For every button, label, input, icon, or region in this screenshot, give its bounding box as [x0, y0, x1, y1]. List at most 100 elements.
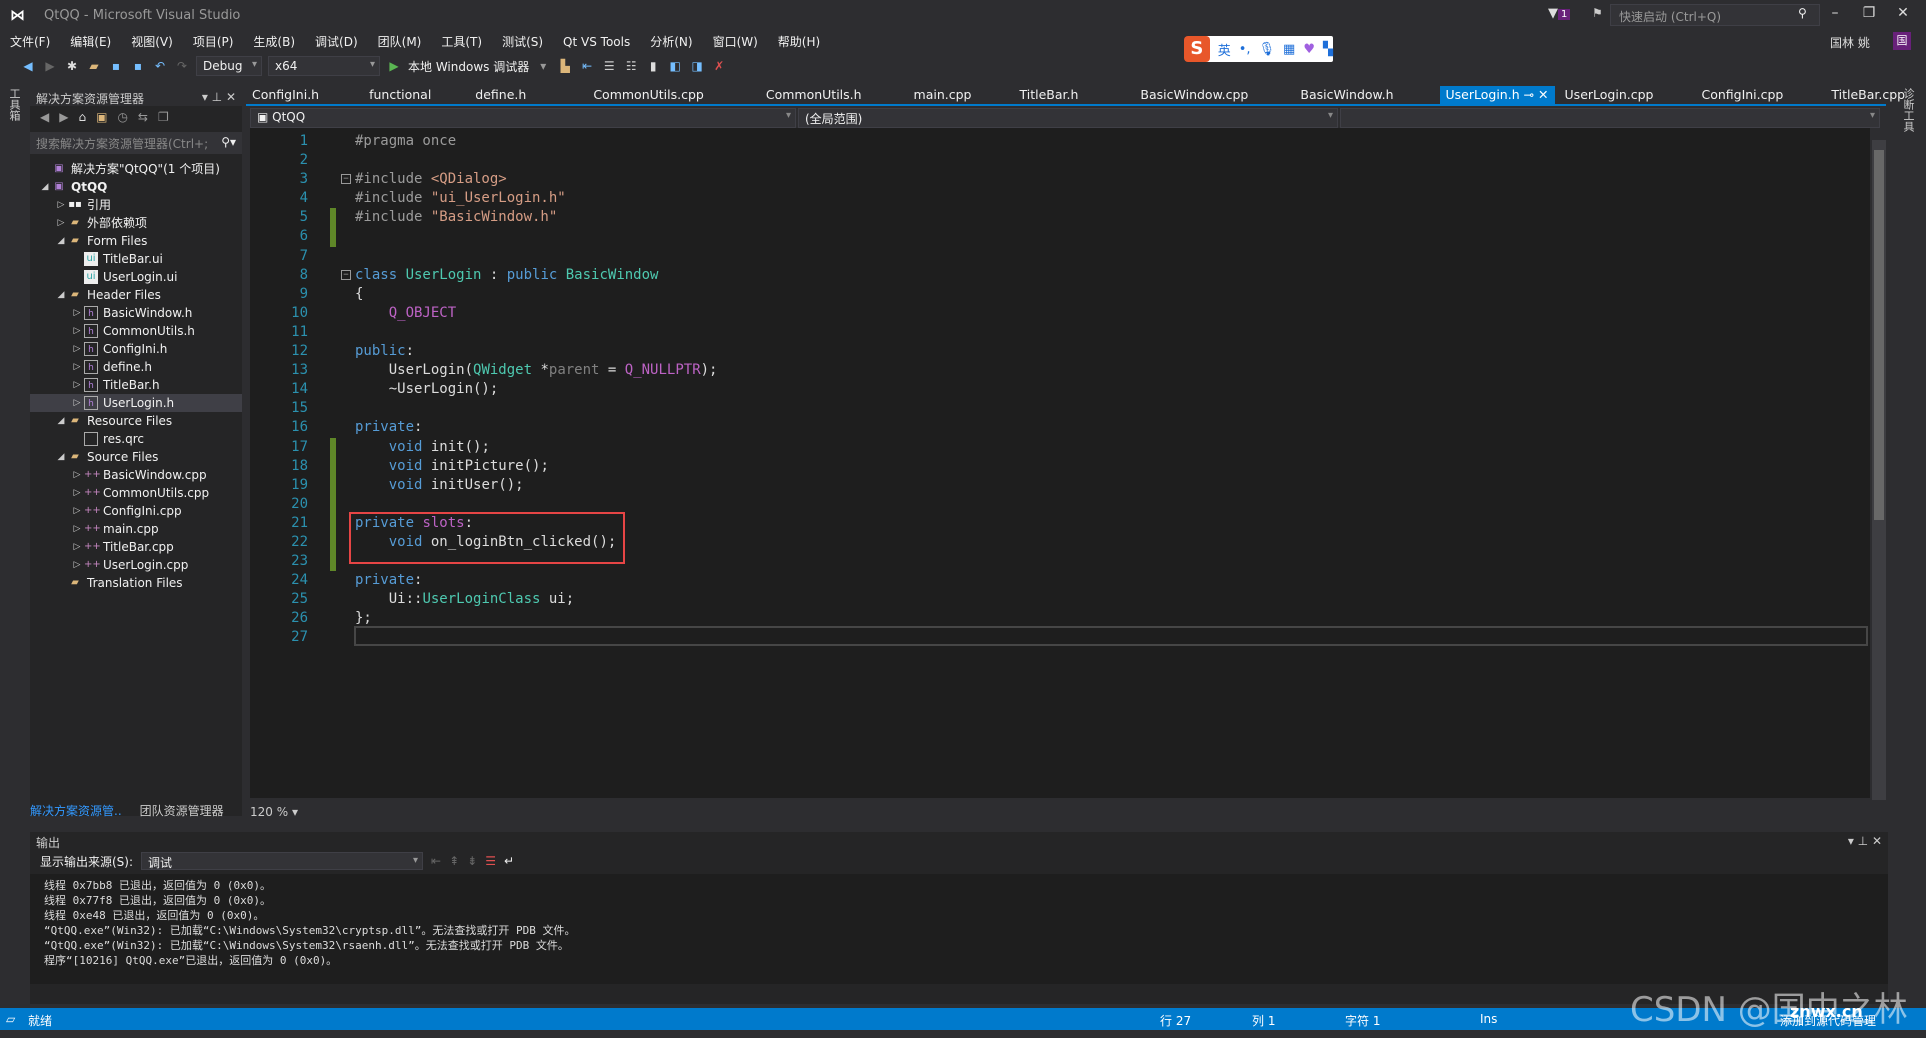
pin-icon[interactable]: ⊥	[212, 90, 226, 104]
close-button[interactable]: ✕	[1890, 5, 1916, 21]
expand-arrow-icon[interactable]: ◢	[54, 412, 68, 430]
clear-all-icon[interactable]: ☰	[485, 854, 496, 868]
project-select[interactable]: ▣ QtQQ	[250, 108, 796, 128]
code-line[interactable]: 9{	[250, 285, 717, 304]
tab-titlebar-h[interactable]: TitleBar.h	[1014, 86, 1085, 104]
tree-node[interactable]: ◢ ▰ Header Files	[30, 286, 242, 304]
code-line[interactable]: 4 #include "ui_UserLogin.h"	[250, 189, 717, 208]
tree-node[interactable]: res.qrc	[30, 430, 242, 448]
output-source-select[interactable]: 调试	[141, 852, 424, 870]
redo-icon[interactable]: ↷	[174, 58, 190, 74]
tree-node[interactable]: ui UserLogin.ui	[30, 268, 242, 286]
expand-arrow-icon[interactable]: ▷	[70, 376, 84, 394]
ime-language[interactable]: 英	[1218, 40, 1231, 59]
expand-arrow-icon[interactable]: ▷	[70, 538, 84, 556]
tab-main-cpp[interactable]: main.cpp	[908, 86, 978, 104]
collapse-icon[interactable]: −	[341, 174, 351, 185]
tree-node[interactable]: ▷ h TitleBar.h	[30, 376, 242, 394]
punctuation-icon[interactable]: •,	[1239, 42, 1251, 57]
configuration-select[interactable]: Debug	[196, 56, 262, 76]
code-line[interactable]: 12 public:	[250, 342, 717, 361]
tab-functional[interactable]: functional	[363, 86, 437, 104]
code-line[interactable]: 10 Q_OBJECT	[250, 304, 717, 323]
search-icon[interactable]: ⚲	[1798, 6, 1807, 20]
collapse-icon[interactable]: −	[341, 269, 351, 280]
pin-icon[interactable]: ⊸	[1520, 87, 1538, 102]
menu-item[interactable]: 项目(P)	[183, 32, 244, 52]
code-line[interactable]: 2	[250, 151, 717, 170]
tree-node[interactable]: ▷ ▰ 外部依赖项	[30, 214, 242, 232]
tree-node[interactable]: ▷ ++ CommonUtils.cpp	[30, 484, 242, 502]
history-icon[interactable]: ◷	[117, 110, 127, 126]
close-icon[interactable]: ✕	[226, 90, 236, 104]
home-icon[interactable]: ⌂	[78, 110, 86, 126]
pin-icon[interactable]: ⊥	[1858, 834, 1872, 848]
quick-launch-input[interactable]: 快速启动 (Ctrl+Q)	[1610, 4, 1820, 26]
start-debug-button[interactable]: 本地 Windows 调试器	[408, 58, 529, 75]
close-tab-icon[interactable]: ✕	[1538, 87, 1548, 102]
find-message-icon[interactable]: ⇤	[431, 854, 441, 868]
expand-arrow-icon[interactable]: ▷	[70, 520, 84, 538]
code-editor[interactable]: 1 #pragma once 2 3− #include <QDialog> 4 #incl…	[250, 128, 1870, 798]
menu-item[interactable]: 文件(F)	[0, 32, 60, 52]
scope-select[interactable]: (全局范围)	[798, 108, 1338, 128]
tab-userlogin-cpp[interactable]: UserLogin.cpp	[1559, 86, 1660, 104]
dropdown-icon[interactable]: ▾	[202, 90, 212, 104]
code-line[interactable]: 13 UserLogin(QWidget *parent = Q_NULLPTR…	[250, 361, 717, 380]
tree-node[interactable]: ▣ 解决方案"QtQQ"(1 个项目)	[30, 160, 242, 178]
tab-define-h[interactable]: define.h	[469, 86, 532, 104]
open-icon[interactable]: ▰	[86, 58, 102, 74]
tree-node[interactable]: ◢ ▰ Resource Files	[30, 412, 242, 430]
tab-titlebar-cpp[interactable]: TitleBar.cpp	[1825, 86, 1911, 104]
tab-basicwindow-cpp[interactable]: BasicWindow.cpp	[1134, 86, 1254, 104]
member-select[interactable]	[1340, 108, 1880, 128]
expand-arrow-icon[interactable]: ▷	[54, 196, 68, 214]
code-line[interactable]: 1 #pragma once	[250, 132, 717, 151]
new-project-icon[interactable]: ✱	[64, 58, 80, 74]
tree-node[interactable]: ▷ ++ TitleBar.cpp	[30, 538, 242, 556]
expand-arrow-icon[interactable]: ◢	[54, 232, 68, 250]
scrollbar-thumb[interactable]	[1874, 150, 1884, 520]
menu-item[interactable]: 编辑(E)	[60, 32, 121, 52]
expand-arrow-icon[interactable]: ▷	[70, 304, 84, 322]
apps-icon[interactable]: ▚	[1323, 42, 1333, 57]
menu-item[interactable]: 帮助(H)	[768, 32, 830, 52]
tab-configini-h[interactable]: ConfigIni.h	[246, 86, 325, 104]
expand-arrow-icon[interactable]: ▷	[70, 322, 84, 340]
tab-commonutils-h[interactable]: CommonUtils.h	[760, 86, 868, 104]
feedback-icon[interactable]: ⚑	[1592, 6, 1603, 20]
code-line[interactable]: 25 Ui::UserLoginClass ui;	[250, 590, 717, 609]
clear-bookmarks-icon[interactable]: ✗	[711, 58, 727, 74]
solution-search-input[interactable]: 搜索解决方案资源管理器(Ctrl+; ⚲▾	[30, 132, 242, 154]
find-icon[interactable]: ▙	[557, 58, 573, 74]
next-message-icon[interactable]: ⇟	[467, 854, 477, 868]
start-debug-icon[interactable]: ▶	[386, 58, 402, 74]
save-all-icon[interactable]: ▪	[130, 58, 146, 74]
dropdown-icon[interactable]: ▾	[1848, 834, 1858, 848]
expand-arrow-icon[interactable]: ▷	[70, 556, 84, 574]
code-line[interactable]: 18 void initPicture();	[250, 456, 717, 476]
tree-node[interactable]: ▷ h ConfigIni.h	[30, 340, 242, 358]
code-line[interactable]: 14 ~UserLogin();	[250, 380, 717, 399]
expand-arrow-icon[interactable]: ▷	[70, 340, 84, 358]
code-line[interactable]: 7	[250, 247, 717, 266]
menu-item[interactable]: 生成(B)	[243, 32, 305, 52]
menu-item[interactable]: 测试(S)	[492, 32, 553, 52]
avatar[interactable]: 国	[1893, 32, 1911, 50]
keyboard-icon[interactable]: ▦	[1283, 42, 1295, 57]
indent-icon[interactable]: ⇤	[579, 58, 595, 74]
expand-arrow-icon[interactable]: ▷	[70, 358, 84, 376]
code-line[interactable]: 16 private:	[250, 418, 717, 437]
code-lines[interactable]: 1 #pragma once 2 3− #include <QDialog> 4 #incl…	[250, 132, 717, 648]
tree-node[interactable]: ◢ ▰ Form Files	[30, 232, 242, 250]
output-text[interactable]: 线程 0x7bb8 已退出，返回值为 0 (0x0)。 线程 0x77f8 已退出…	[30, 874, 1888, 984]
back-icon[interactable]: ◀	[20, 58, 36, 74]
code-line[interactable]: 15	[250, 399, 717, 418]
toolbox-tab[interactable]: 工具箱	[6, 88, 22, 121]
tree-node[interactable]: ▷ h define.h	[30, 358, 242, 376]
switch-view-icon[interactable]: ▣	[96, 110, 107, 126]
platform-select[interactable]: x64	[268, 56, 380, 76]
menu-item[interactable]: 窗口(W)	[703, 32, 768, 52]
tree-node[interactable]: ▷ ▪▪ 引用	[30, 196, 242, 214]
forward-icon[interactable]: ▶	[59, 110, 68, 126]
